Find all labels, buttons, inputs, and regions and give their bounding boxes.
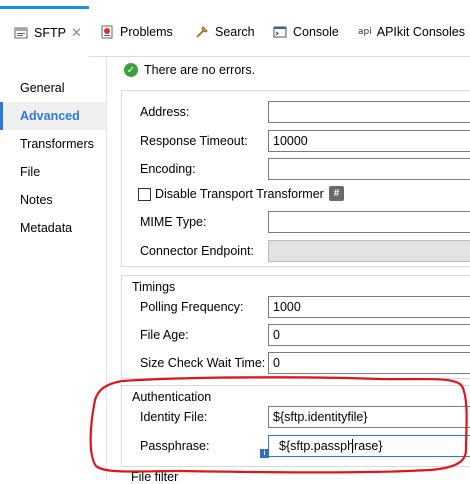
encoding-label: Encoding: [140,162,196,176]
sidebar-item-label: Advanced [20,109,80,123]
connector-endpoint-label: Connector Endpoint: [140,244,254,258]
file-age-field[interactable]: 0 [268,324,470,346]
search-icon [195,25,209,39]
address-label: Address: [140,105,190,119]
disable-transport-transformer-label: Disable Transport Transformer [155,187,324,201]
sidebar-item-label: Transformers [20,137,94,151]
polling-frequency-label: Polling Frequency: [140,300,244,314]
status-message: ✓ There are no errors. [124,60,255,80]
size-check-wait-time-field[interactable]: 0 [268,352,470,374]
tab-search[interactable]: Search [195,10,255,54]
authentication-group: Authentication Identity File: ${sftp.ide… [121,385,470,467]
size-check-wait-time-label: Size Check Wait Time: [140,356,266,370]
sidebar-item-metadata[interactable]: Metadata [0,214,106,242]
problems-icon [100,25,114,39]
tab-label: Problems [120,25,173,39]
response-timeout-label: Response Timeout: [140,134,248,148]
sidebar-item-label: File [20,165,41,179]
sidebar-item-transformers[interactable]: Transformers [0,130,106,158]
response-timeout-field[interactable]: 10000 [268,130,470,152]
sidebar-item-advanced[interactable]: Advanced [0,102,106,130]
tab-label: Search [215,25,255,39]
identity-file-field[interactable]: ${sftp.identityfile} [268,406,470,428]
sidebar-item-label: General [20,81,65,95]
general-settings-group: Address: Response Timeout: 10000 Encodin… [121,90,470,267]
advanced-properties-panel: ✓ There are no errors. Address: Response… [107,57,470,484]
tab-label: APIkit Consoles [376,25,465,39]
sftp-icon [14,26,28,40]
file-filter-title: File filter [131,470,179,484]
polling-frequency-field[interactable]: 1000 [268,296,470,318]
timings-title: Timings [132,280,176,294]
text-cursor [352,439,353,453]
connector-endpoint-field [268,240,470,262]
api-icon: api [358,27,372,37]
mime-type-label: MIME Type: [140,215,207,229]
status-text: There are no errors. [144,63,256,77]
sidebar-item-label: Notes [20,193,53,207]
close-icon[interactable]: ✕ [71,25,82,41]
sidebar-item-general[interactable]: General [0,74,106,102]
passphrase-label: Passphrase: [140,439,210,453]
sidebar-item-file[interactable]: File [0,158,106,186]
mime-type-field[interactable] [268,211,470,233]
disable-transport-transformer-checkbox[interactable] [138,188,151,201]
sidebar-item-label: Metadata [20,221,73,235]
tab-problems[interactable]: Problems [100,10,173,54]
tab-apikit-consoles[interactable]: api APIkit Consoles [358,10,465,54]
tab-label: Console [293,25,339,39]
check-icon: ✓ [124,63,138,77]
sidebar-item-notes[interactable]: Notes [0,186,106,214]
console-icon [273,25,287,39]
tab-console[interactable]: Console [273,10,339,54]
editor-tab-bar: SFTP ✕ Problems Search Console api APIki… [0,0,470,57]
timings-group: Timings Polling Frequency: 1000 File Age… [121,275,470,379]
expression-toggle-icon[interactable]: # [329,186,344,201]
file-age-label: File Age: [140,328,189,342]
passphrase-field[interactable]: ${sftp.passphrase} [268,435,470,457]
address-field[interactable] [268,101,470,123]
authentication-title: Authentication [132,390,212,404]
properties-sidebar: General Advanced Transformers File Notes… [0,57,106,480]
identity-file-label: Identity File: [140,410,208,424]
encoding-field[interactable] [268,158,470,180]
tab-sftp[interactable]: SFTP ✕ [0,6,89,57]
tab-label: SFTP [34,26,66,40]
